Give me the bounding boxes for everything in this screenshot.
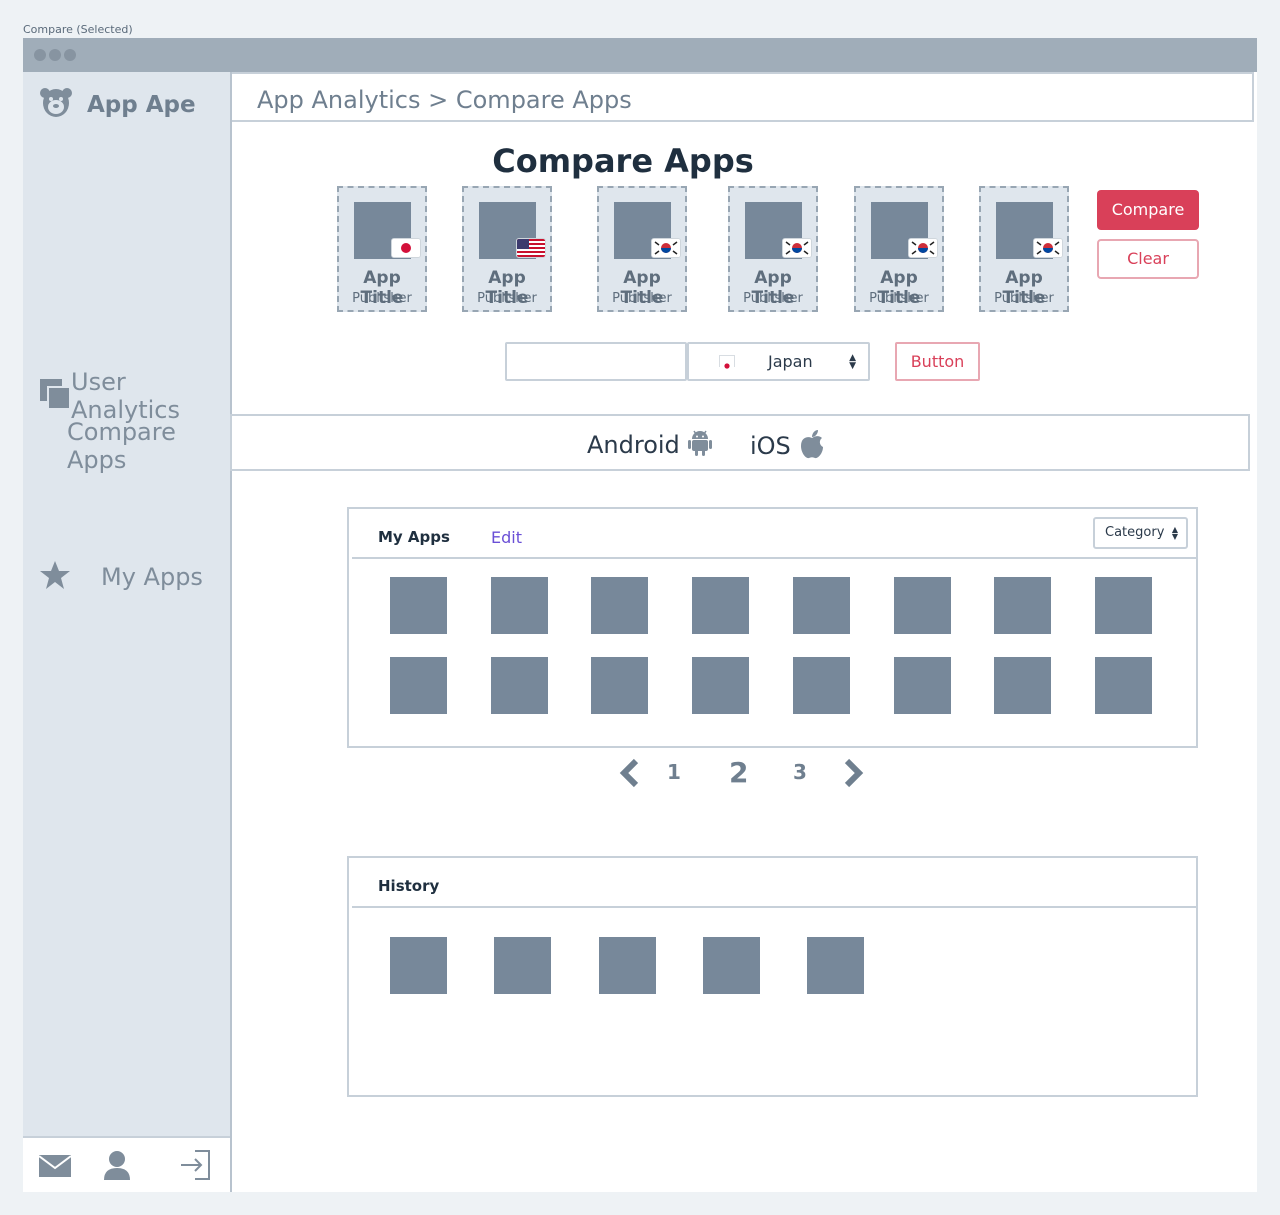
star-icon	[39, 560, 71, 594]
my-app-thumbnail[interactable]	[792, 577, 850, 634]
platform-android[interactable]: Android	[587, 429, 712, 461]
usa-flag-icon	[516, 238, 546, 258]
page-link-current[interactable]: 2	[729, 756, 748, 789]
compare-slot[interactable]: App Title Publisher	[597, 186, 687, 312]
copy-icon	[39, 378, 71, 414]
my-app-thumbnail[interactable]	[1094, 657, 1152, 714]
panel-title: History	[378, 877, 440, 895]
my-app-thumbnail[interactable]	[490, 577, 548, 634]
brand-name: App Ape	[87, 92, 196, 118]
country-select-value: Japan	[768, 352, 813, 371]
korea-flag-icon	[651, 238, 681, 258]
compare-button[interactable]: Compare	[1097, 190, 1199, 230]
slot-publisher: Publisher	[612, 291, 672, 306]
android-icon	[687, 429, 712, 461]
my-apps-panel: My Apps Edit Category ▲ ▼	[347, 507, 1198, 748]
korea-flag-icon	[1033, 238, 1063, 258]
apple-icon	[799, 429, 825, 463]
compare-slot[interactable]: App Title Publisher	[337, 186, 427, 312]
korea-flag-icon	[908, 238, 938, 258]
slot-publisher: Publisher	[743, 291, 803, 306]
compare-slot[interactable]: App Title Publisher	[979, 186, 1069, 312]
frame-label: Compare (Selected)	[23, 23, 133, 36]
breadcrumb[interactable]: App Analytics > Compare Apps	[257, 86, 632, 114]
sidebar-item-compare-apps[interactable]: Compare Apps	[67, 418, 230, 474]
slot-publisher: Publisher	[352, 291, 412, 306]
history-app-thumbnail[interactable]	[807, 937, 865, 994]
my-app-thumbnail[interactable]	[893, 657, 951, 714]
my-app-thumbnail[interactable]	[692, 657, 750, 714]
my-app-thumbnail[interactable]	[591, 577, 649, 634]
sidebar-item-user-analytics[interactable]: User Analytics	[39, 368, 230, 424]
logout-icon[interactable]	[179, 1150, 211, 1184]
monkey-logo-icon	[39, 86, 73, 124]
app-search-input[interactable]	[505, 342, 687, 381]
my-app-thumbnail[interactable]	[390, 657, 447, 714]
app-window: App Ape User Analytics Compare Apps My A…	[23, 38, 1257, 1192]
page-link[interactable]: 3	[793, 760, 807, 784]
compare-slot[interactable]: App Title Publisher	[728, 186, 818, 312]
history-app-thumbnail[interactable]	[494, 937, 552, 994]
platform-label: iOS	[750, 432, 791, 460]
edit-link[interactable]: Edit	[491, 528, 522, 547]
sidebar-item-label: User Analytics	[71, 368, 180, 424]
history-panel: History	[347, 856, 1198, 1097]
japan-flag-icon	[719, 355, 735, 371]
category-select-value: Category	[1105, 525, 1165, 540]
panel-divider	[352, 557, 1196, 559]
mail-icon[interactable]	[38, 1155, 72, 1181]
pagination: 1 2 3	[618, 754, 868, 794]
window-minimize-dot[interactable]	[49, 49, 61, 61]
platform-bar: Android iOS	[230, 414, 1250, 471]
my-app-thumbnail[interactable]	[591, 657, 649, 714]
slot-publisher: Publisher	[994, 291, 1054, 306]
compare-slot[interactable]: App Title Publisher	[854, 186, 944, 312]
page-link[interactable]: 1	[667, 760, 681, 784]
japan-flag-icon	[391, 238, 421, 258]
chevron-right-icon[interactable]	[841, 758, 865, 792]
action-button[interactable]: Button	[895, 342, 980, 381]
chevron-up-down-icon: ▲ ▼	[849, 353, 856, 371]
user-icon[interactable]	[103, 1150, 131, 1184]
my-app-thumbnail[interactable]	[893, 577, 951, 634]
platform-ios[interactable]: iOS	[750, 429, 825, 463]
slot-publisher: Publisher	[477, 291, 537, 306]
slot-publisher: Publisher	[869, 291, 929, 306]
my-app-thumbnail[interactable]	[490, 657, 548, 714]
sidebar-footer	[23, 1136, 230, 1192]
panel-title: My Apps	[378, 528, 450, 546]
chevron-up-down-icon: ▲ ▼	[1171, 525, 1178, 541]
korea-flag-icon	[782, 238, 812, 258]
my-app-thumbnail[interactable]	[994, 577, 1052, 634]
page-title: Compare Apps	[492, 142, 754, 180]
sidebar-item-label: My Apps	[101, 563, 203, 591]
brand[interactable]: App Ape	[39, 86, 196, 124]
history-app-thumbnail[interactable]	[598, 937, 656, 994]
sidebar-item-my-apps[interactable]: My Apps	[39, 560, 203, 594]
title-bar	[23, 38, 1257, 72]
panel-divider	[352, 906, 1196, 908]
country-select[interactable]: Japan ▲ ▼	[687, 342, 870, 381]
my-app-thumbnail[interactable]	[390, 577, 447, 634]
window-zoom-dot[interactable]	[64, 49, 76, 61]
platform-label: Android	[587, 431, 680, 459]
my-app-thumbnail[interactable]	[1094, 577, 1152, 634]
history-app-thumbnail[interactable]	[390, 937, 447, 994]
breadcrumb-bar: App Analytics > Compare Apps	[232, 72, 1254, 122]
my-app-thumbnail[interactable]	[792, 657, 850, 714]
my-app-thumbnail[interactable]	[994, 657, 1052, 714]
window-close-dot[interactable]	[34, 49, 46, 61]
compare-slot[interactable]: App Title Publisher	[462, 186, 552, 312]
clear-button[interactable]: Clear	[1097, 239, 1199, 279]
chevron-left-icon[interactable]	[618, 758, 642, 792]
history-app-thumbnail[interactable]	[702, 937, 760, 994]
sidebar: App Ape User Analytics Compare Apps My A…	[23, 72, 232, 1192]
category-select[interactable]: Category ▲ ▼	[1093, 517, 1188, 549]
my-app-thumbnail[interactable]	[692, 577, 750, 634]
